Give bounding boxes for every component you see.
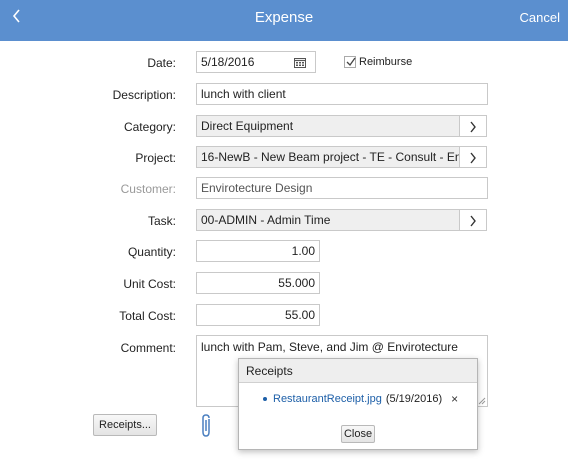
category-label: Category: xyxy=(123,120,176,134)
total-cost-field[interactable]: 55.00 xyxy=(196,304,320,326)
customer-label: Customer: xyxy=(120,182,176,196)
comment-text: lunch with Pam, Steve, and Jim @ Envirot… xyxy=(201,340,458,354)
calendar-icon xyxy=(294,58,306,68)
receipts-popup: Receipts RestaurantReceipt.jpg (5/19/201… xyxy=(238,358,478,450)
comment-label: Comment: xyxy=(120,341,176,355)
checkmark-icon xyxy=(346,57,356,67)
unit-cost-field[interactable]: 55.000 xyxy=(196,272,320,294)
unit-cost-label: Unit Cost: xyxy=(123,277,176,291)
chevron-right-icon xyxy=(470,215,476,227)
cancel-button[interactable]: Cancel xyxy=(520,0,560,36)
remove-receipt-icon[interactable]: × xyxy=(451,392,458,406)
task-field[interactable]: 00-ADMIN - Admin Time xyxy=(196,209,460,231)
category-field[interactable]: Direct Equipment xyxy=(196,115,460,137)
paperclip-icon[interactable] xyxy=(200,413,214,439)
receipt-file-link[interactable]: RestaurantReceipt.jpg xyxy=(273,393,382,405)
date-label: Date: xyxy=(147,56,176,70)
receipts-popup-title: Receipts xyxy=(239,359,477,383)
date-picker-button[interactable] xyxy=(284,51,316,73)
reimburse-label: Reimburse xyxy=(359,56,413,68)
back-button[interactable] xyxy=(10,6,30,32)
receipts-button[interactable]: Receipts... xyxy=(93,414,157,436)
project-field[interactable]: 16-NewB - New Beam project - TE - Consul… xyxy=(196,146,460,168)
receipt-list-item: RestaurantReceipt.jpg (5/19/2016) × xyxy=(263,392,458,406)
task-select-button[interactable] xyxy=(459,209,487,231)
receipt-date: (5/19/2016) xyxy=(385,393,443,405)
category-select-button[interactable] xyxy=(459,115,487,137)
description-label: Description: xyxy=(112,88,176,102)
reimburse-option[interactable]: Reimburse xyxy=(344,56,412,68)
date-field[interactable]: 5/18/2016 xyxy=(196,51,285,73)
quantity-field[interactable]: 1.00 xyxy=(196,240,320,262)
customer-field: Envirotecture Design xyxy=(196,177,488,199)
chevron-right-icon xyxy=(470,121,476,133)
quantity-label: Quantity: xyxy=(127,245,176,259)
app-header: Expense Cancel xyxy=(0,0,568,41)
bullet-icon xyxy=(263,397,267,401)
reimburse-checkbox[interactable] xyxy=(344,56,356,68)
page-title: Expense xyxy=(254,9,314,26)
close-popup-button[interactable]: Close xyxy=(341,425,375,443)
resize-grip-icon[interactable] xyxy=(478,397,486,405)
project-label: Project: xyxy=(135,151,176,165)
chevron-right-icon xyxy=(470,152,476,164)
task-label: Task: xyxy=(147,214,176,228)
project-select-button[interactable] xyxy=(459,146,487,168)
description-field[interactable]: lunch with client xyxy=(196,83,488,105)
chevron-left-icon xyxy=(12,9,20,23)
total-cost-label: Total Cost: xyxy=(119,309,176,323)
